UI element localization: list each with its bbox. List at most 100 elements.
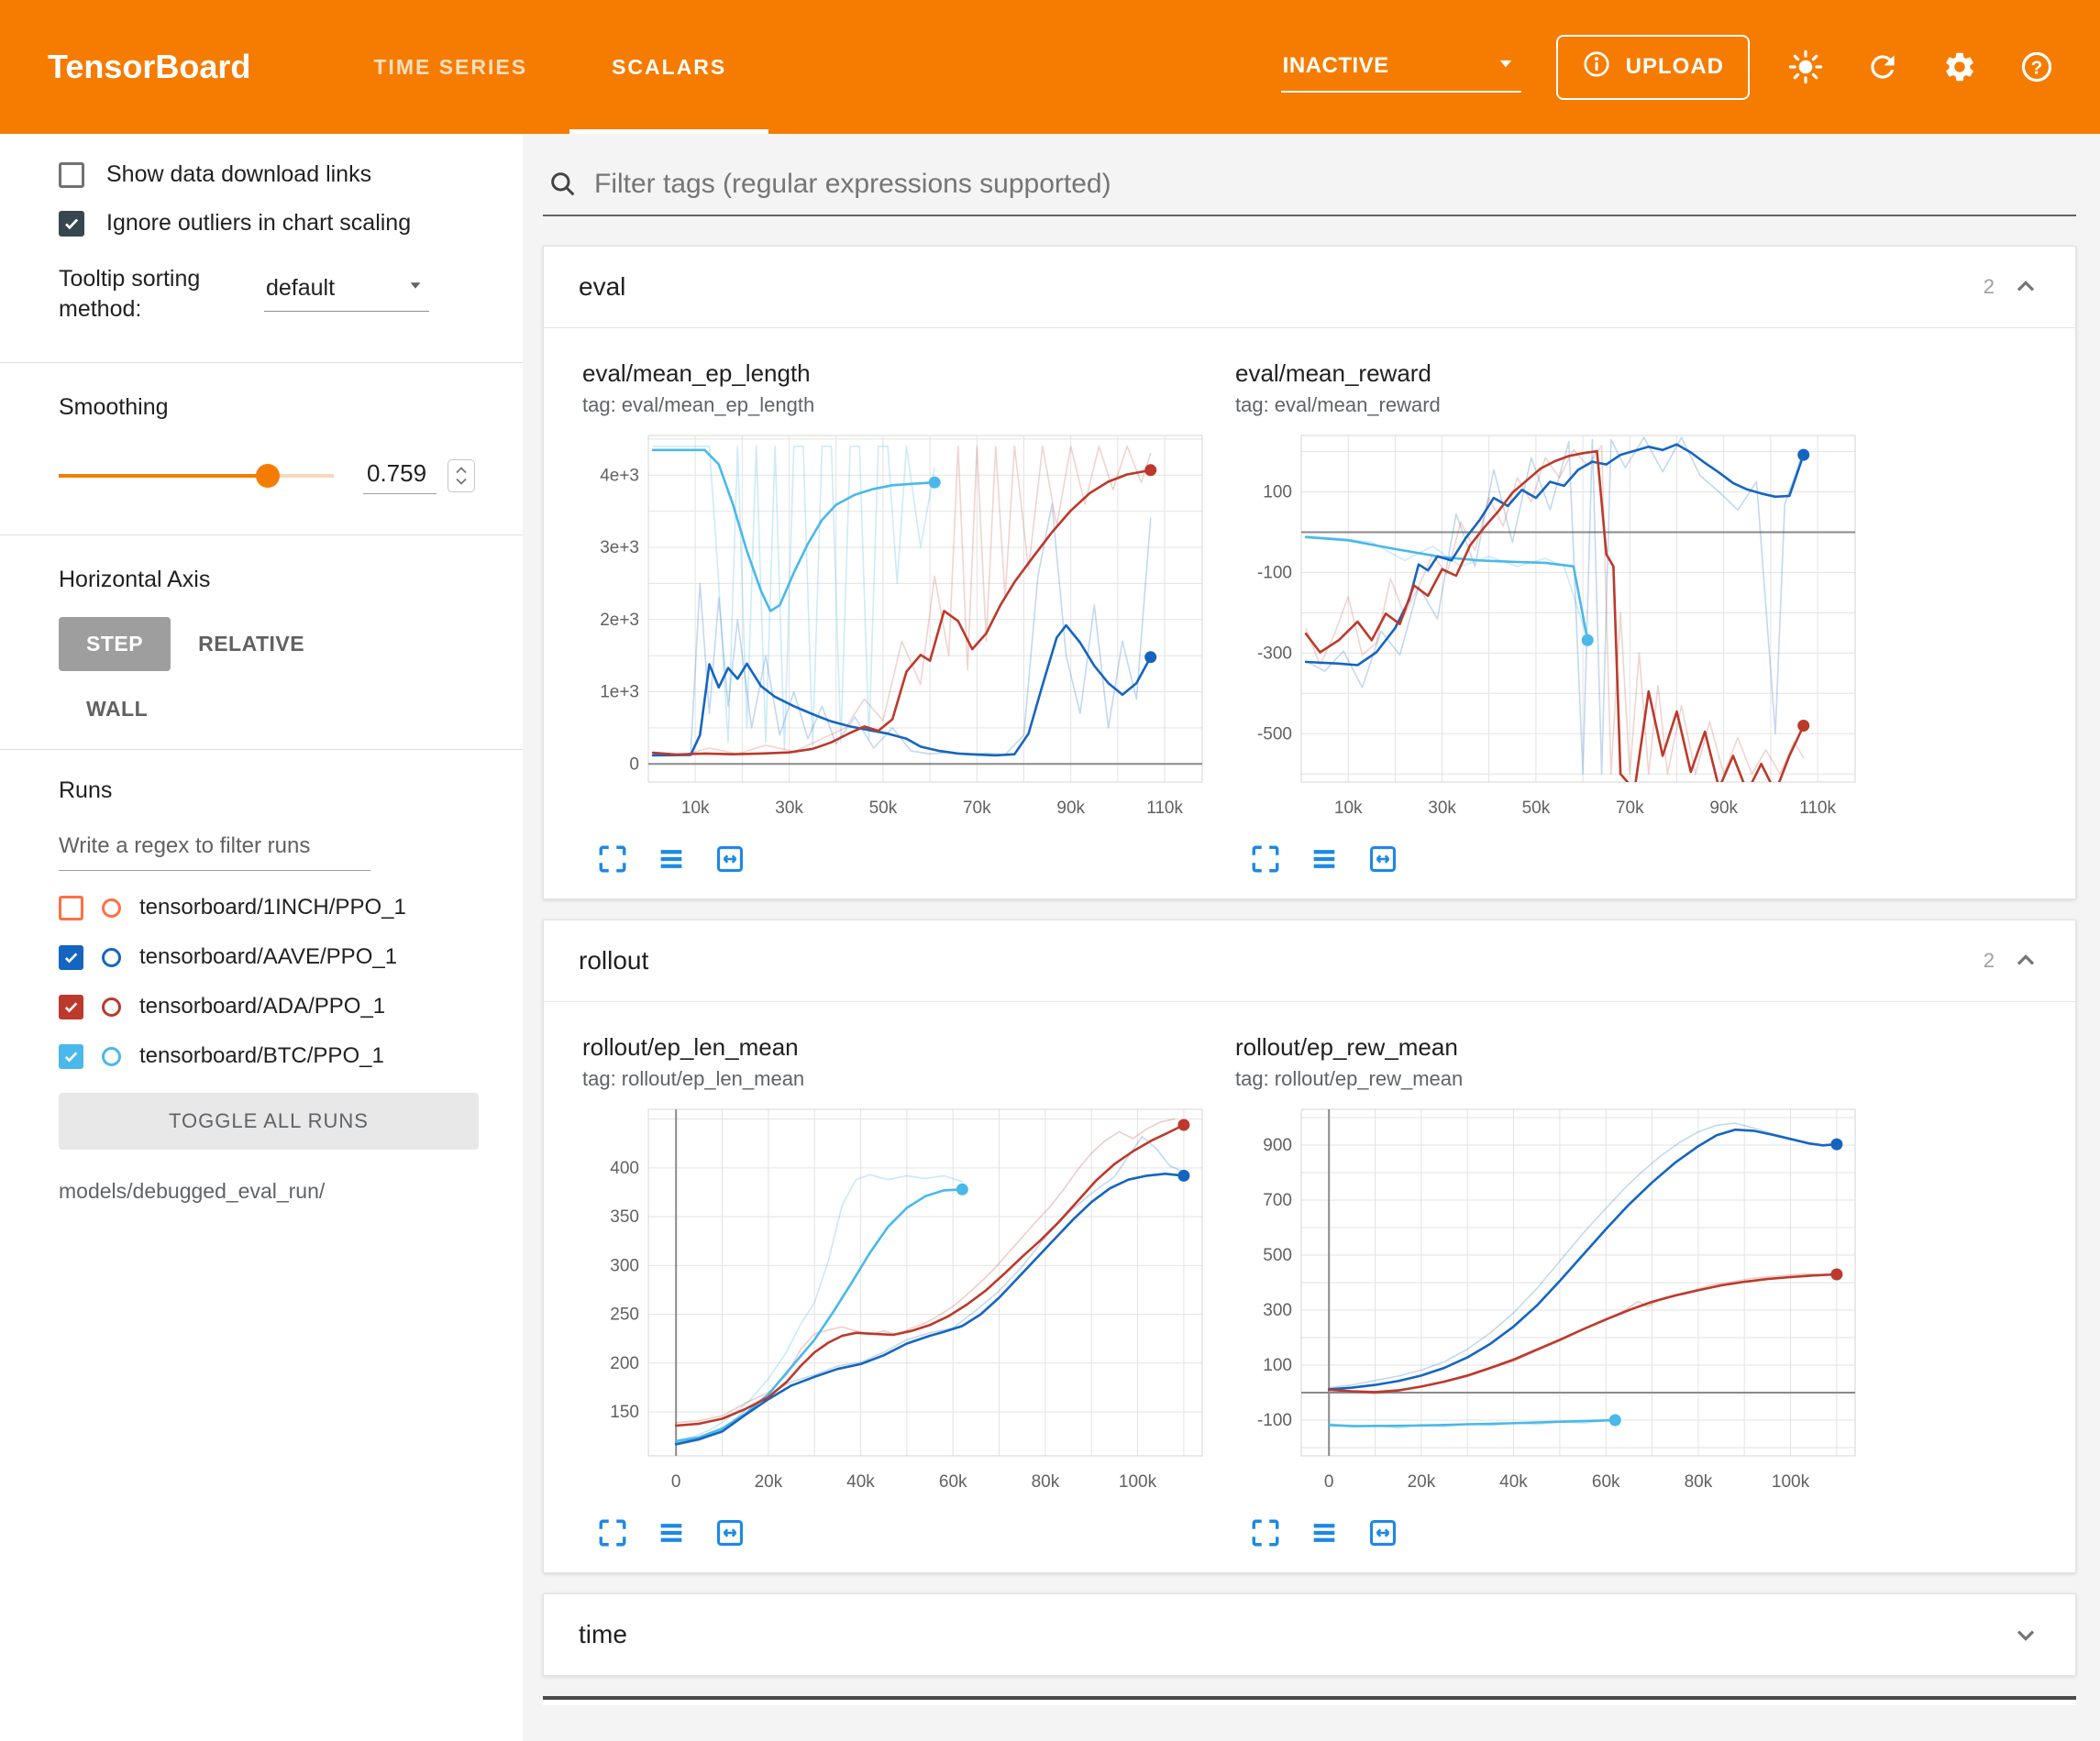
tab-time-series[interactable]: TIME SERIES <box>331 0 569 134</box>
data-table-icon[interactable] <box>1309 1517 1340 1548</box>
checkbox-label: Show data download links <box>106 161 371 188</box>
slider-thumb[interactable] <box>256 464 280 488</box>
slider-fill <box>59 474 268 478</box>
fullscreen-icon[interactable] <box>597 1517 628 1548</box>
chart-canvas[interactable]: 10k30k50k70k90k110k01e+32e+33e+34e+3 <box>582 424 1211 832</box>
run-color-ring <box>102 948 121 967</box>
chevron-down-icon <box>1492 50 1520 83</box>
axis-relative-button[interactable]: RELATIVE <box>171 617 332 671</box>
chevron-down-icon[interactable] <box>2011 1620 2040 1649</box>
svg-text:700: 700 <box>1263 1191 1292 1210</box>
fullscreen-icon[interactable] <box>1250 843 1281 875</box>
tooltip-sorting-select[interactable]: default <box>264 268 429 312</box>
ignore-outliers-checkbox[interactable]: Ignore outliers in chart scaling <box>59 210 501 237</box>
run-checkbox[interactable] <box>59 1044 83 1069</box>
svg-text:300: 300 <box>1263 1301 1292 1320</box>
smoothing-input[interactable]: 0.759 <box>363 457 475 494</box>
svg-text:-100: -100 <box>1257 563 1292 582</box>
section-eval: eval 2 eval/mean_ep_length tag: eval/mea… <box>543 246 2076 899</box>
status-dropdown[interactable]: INACTIVE <box>1281 42 1521 93</box>
toggle-all-runs-button[interactable]: TOGGLE ALL RUNS <box>59 1093 479 1150</box>
runs-filter-input[interactable] <box>59 828 370 871</box>
smoothing-value[interactable]: 0.759 <box>363 457 437 494</box>
section-time: time <box>543 1593 2076 1676</box>
header-actions: INACTIVE UPLOAD ? <box>1281 0 2100 134</box>
checkbox-box[interactable] <box>59 162 84 188</box>
next-section-edge <box>543 1696 2076 1705</box>
checkbox-box[interactable] <box>59 211 84 237</box>
run-row[interactable]: tensorboard/ADA/PPO_1 <box>59 994 501 1019</box>
chart-rollout-ep-rew-mean: rollout/ep_rew_mean tag: rollout/ep_rew_… <box>1235 1033 1864 1548</box>
number-spinner[interactable] <box>448 459 475 492</box>
svg-text:60k: 60k <box>939 1472 967 1492</box>
horizontal-axis-options: STEPRELATIVE WALL <box>59 617 416 736</box>
chart-actions <box>1250 1517 1864 1548</box>
chart-tag: tag: eval/mean_reward <box>1235 393 1864 417</box>
section-title: time <box>579 1620 627 1649</box>
svg-text:100k: 100k <box>1119 1472 1157 1492</box>
show-download-links-checkbox[interactable]: Show data download links <box>59 161 501 188</box>
svg-text:30k: 30k <box>775 799 803 818</box>
chart-title: eval/mean_ep_length <box>582 359 1211 388</box>
run-checkbox[interactable] <box>59 995 83 1019</box>
refresh-icon[interactable] <box>1862 46 1904 88</box>
svg-text:20k: 20k <box>1408 1472 1436 1492</box>
svg-text:80k: 80k <box>1685 1472 1713 1492</box>
data-table-icon[interactable] <box>656 843 687 875</box>
run-label: tensorboard/ADA/PPO_1 <box>139 994 385 1019</box>
axis-wall-button[interactable]: WALL <box>59 682 175 736</box>
brightness-icon[interactable] <box>1785 46 1827 88</box>
chart-canvas[interactable]: 10k30k50k70k90k110k100-100-300-500 <box>1235 424 1864 832</box>
tab-scalars[interactable]: SCALARS <box>569 0 768 134</box>
chevron-up-icon[interactable] <box>2011 946 2040 975</box>
svg-text:70k: 70k <box>1616 799 1644 818</box>
chart-title: eval/mean_reward <box>1235 359 1864 388</box>
run-row[interactable]: tensorboard/BTC/PPO_1 <box>59 1043 501 1069</box>
svg-text:300: 300 <box>610 1256 639 1275</box>
svg-text:80k: 80k <box>1032 1472 1060 1492</box>
chart-actions <box>597 1517 1211 1548</box>
chart-canvas[interactable]: 020k40k60k80k100k-100100300500700900 <box>1235 1098 1864 1506</box>
fit-domain-icon[interactable] <box>1367 843 1398 875</box>
axis-step-button[interactable]: STEP <box>59 617 171 671</box>
section-time-header[interactable]: time <box>544 1594 2075 1675</box>
data-table-icon[interactable] <box>1309 843 1340 875</box>
svg-text:100k: 100k <box>1772 1472 1810 1492</box>
section-rollout-header[interactable]: rollout 2 <box>544 920 2075 1002</box>
run-row[interactable]: tensorboard/AAVE/PPO_1 <box>59 944 501 970</box>
chart-actions <box>1250 843 1864 875</box>
data-table-icon[interactable] <box>656 1517 687 1548</box>
svg-text:1e+3: 1e+3 <box>600 683 639 702</box>
fit-domain-icon[interactable] <box>1367 1517 1398 1548</box>
chart-canvas[interactable]: 020k40k60k80k100k150200250300350400 <box>582 1098 1211 1506</box>
svg-text:10k: 10k <box>681 799 710 818</box>
runs-label: Runs <box>59 777 501 804</box>
run-row[interactable]: tensorboard/1INCH/PPO_1 <box>59 895 501 920</box>
help-icon[interactable]: ? <box>2016 46 2058 88</box>
section-eval-header[interactable]: eval 2 <box>544 247 2075 328</box>
run-checkbox[interactable] <box>59 945 83 970</box>
settings-gear-icon[interactable] <box>1939 46 1981 88</box>
fit-domain-icon[interactable] <box>714 843 746 875</box>
svg-text:900: 900 <box>1263 1136 1292 1155</box>
svg-text:90k: 90k <box>1709 799 1738 818</box>
slider-track <box>59 474 334 478</box>
tag-filter-bar <box>543 161 2076 216</box>
horizontal-axis-label: Horizontal Axis <box>59 567 501 593</box>
fullscreen-icon[interactable] <box>1250 1517 1281 1548</box>
app-header: TensorBoard TIME SERIES SCALARS INACTIVE… <box>0 0 2100 134</box>
svg-text:10k: 10k <box>1334 799 1363 818</box>
smoothing-slider[interactable] <box>59 464 334 488</box>
upload-button[interactable]: UPLOAD <box>1556 35 1750 100</box>
run-checkbox[interactable] <box>59 896 83 920</box>
search-icon <box>548 170 578 199</box>
svg-text:0: 0 <box>671 1472 681 1492</box>
svg-text:40k: 40k <box>846 1472 875 1492</box>
tag-filter-input[interactable] <box>594 169 2071 200</box>
chevron-up-icon[interactable] <box>2011 272 2040 302</box>
fit-domain-icon[interactable] <box>714 1517 746 1548</box>
section-title: rollout <box>579 946 648 975</box>
fullscreen-icon[interactable] <box>597 843 628 875</box>
checkbox-label: Ignore outliers in chart scaling <box>106 210 411 237</box>
svg-text:50k: 50k <box>869 799 898 818</box>
